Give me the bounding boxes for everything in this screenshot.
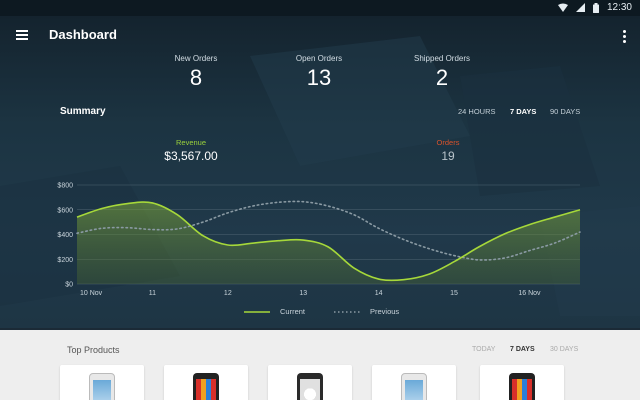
orders-label: Orders: [436, 138, 460, 147]
product-image: [193, 373, 219, 400]
signal-icon: [575, 3, 585, 12]
top-products-title: Top Products: [67, 345, 120, 355]
more-vert-icon[interactable]: [620, 28, 628, 44]
menu-icon[interactable]: [14, 28, 30, 44]
product-image: [509, 373, 535, 400]
revenue-label: Revenue: [175, 138, 207, 147]
product-image: [89, 373, 115, 400]
stat-shipped-orders[interactable]: Shipped Orders 2: [397, 54, 487, 91]
product-card[interactable]: [372, 365, 456, 400]
legend-current-swatch: [244, 310, 270, 313]
orders-metric: Orders 19: [388, 138, 508, 163]
product-card[interactable]: [268, 365, 352, 400]
product-card[interactable]: [164, 365, 248, 400]
stat-label: Shipped Orders: [413, 54, 471, 63]
app-title: Dashboard: [49, 27, 117, 42]
range-24-hours[interactable]: 24 HOURS: [458, 107, 496, 116]
top-products-panel: Top Products TODAY 7 DAYS 30 DAYS: [0, 330, 640, 400]
tp-range-30-days[interactable]: 30 DAYS: [550, 346, 578, 353]
product-image: [297, 373, 323, 400]
legend-previous: Previous: [334, 307, 399, 316]
stat-new-orders[interactable]: New Orders 8: [151, 54, 241, 91]
legend-current: Current: [244, 307, 305, 316]
stat-label: New Orders: [174, 54, 218, 63]
stat-value: 2: [435, 65, 449, 90]
app-bar: Dashboard: [0, 16, 640, 56]
range-7-days[interactable]: 7 DAYS: [510, 107, 536, 116]
status-bar: 12:30: [0, 0, 640, 16]
legend-current-label: Current: [280, 307, 306, 316]
stat-label: Open Orders: [295, 54, 343, 63]
stat-value: 8: [189, 65, 203, 90]
tp-range-7-days[interactable]: 7 DAYS: [510, 346, 535, 353]
product-card[interactable]: [60, 365, 144, 400]
wifi-icon: [557, 3, 568, 12]
legend-previous-swatch: [334, 310, 360, 313]
status-time: 12:30: [606, 2, 632, 13]
legend-previous-label: Previous: [370, 307, 400, 316]
revenue-metric: Revenue $3,567.00: [131, 138, 251, 163]
product-card[interactable]: [480, 365, 564, 400]
stat-value: 13: [306, 65, 332, 90]
orders-value: 19: [441, 149, 455, 163]
product-image: [401, 373, 427, 400]
battery-icon: [592, 2, 599, 13]
revenue-value: $3,567.00: [164, 149, 218, 163]
range-90-days[interactable]: 90 DAYS: [550, 107, 580, 116]
stat-open-orders[interactable]: Open Orders 13: [274, 54, 364, 91]
summary-title: Summary: [60, 106, 106, 117]
tp-range-today[interactable]: TODAY: [472, 346, 495, 353]
